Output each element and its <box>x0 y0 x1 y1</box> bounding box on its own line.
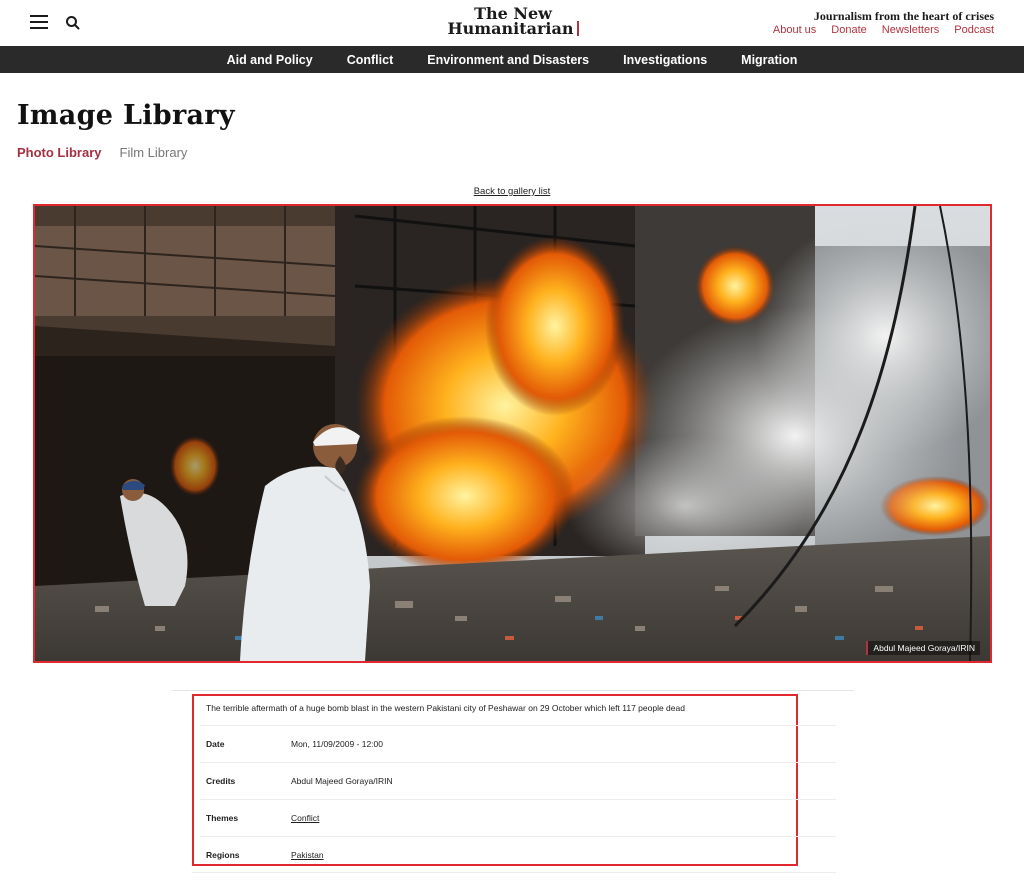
site-logo[interactable]: The New Humanitarian <box>433 6 593 37</box>
back-to-gallery-link[interactable]: Back to gallery list <box>474 186 551 197</box>
header-links: About us Donate Newsletters Podcast <box>773 24 994 36</box>
theme-conflict-link[interactable]: Conflict <box>291 813 319 823</box>
about-us-link[interactable]: About us <box>773 24 816 36</box>
search-icon[interactable] <box>64 14 82 32</box>
nav-item-aid-and-policy[interactable]: Aid and Policy <box>227 53 313 67</box>
nav-item-migration[interactable]: Migration <box>741 53 797 67</box>
podcast-link[interactable]: Podcast <box>954 24 994 36</box>
logo-line-2: Humanitarian <box>433 21 593 37</box>
region-pakistan-link[interactable]: Pakistan <box>291 850 324 860</box>
photo-credit: Abdul Majeed Goraya/IRIN <box>866 641 980 655</box>
bottom-divider <box>192 872 836 873</box>
detail-row-themes: Themes Conflict <box>200 799 836 836</box>
detail-value: Abdul Majeed Goraya/IRIN <box>291 776 393 786</box>
photo-caption: The terrible aftermath of a huge bomb bl… <box>206 703 685 713</box>
donate-link[interactable]: Donate <box>831 24 866 36</box>
detail-value: Mon, 11/09/2009 - 12:00 <box>291 739 383 749</box>
detail-row-regions: Regions Pakistan <box>200 836 836 873</box>
detail-row-credits: Credits Abdul Majeed Goraya/IRIN <box>200 762 836 799</box>
detail-label: Themes <box>206 813 239 823</box>
site-tagline: Journalism from the heart of crises <box>813 9 994 23</box>
nav-item-environment-and-disasters[interactable]: Environment and Disasters <box>427 53 589 67</box>
nav-item-investigations[interactable]: Investigations <box>623 53 707 67</box>
library-tabs: Photo Library Film Library <box>17 145 187 160</box>
detail-label: Credits <box>206 776 236 786</box>
main-nav: Aid and Policy Conflict Environment and … <box>0 46 1024 73</box>
page-title: Image Library <box>17 100 235 131</box>
tab-photo-library[interactable]: Photo Library <box>17 145 102 160</box>
tab-film-library[interactable]: Film Library <box>120 145 188 160</box>
hamburger-icon[interactable] <box>30 15 48 29</box>
nav-item-conflict[interactable]: Conflict <box>347 53 394 67</box>
detail-label: Regions <box>206 850 240 860</box>
divider <box>172 690 854 691</box>
detail-row-date: Date Mon, 11/09/2009 - 12:00 <box>200 725 836 762</box>
detail-label: Date <box>206 739 225 749</box>
top-bar: The New Humanitarian Journalism from the… <box>0 0 1024 46</box>
photo-illustration <box>35 206 990 661</box>
newsletters-link[interactable]: Newsletters <box>882 24 939 36</box>
gallery-photo: Abdul Majeed Goraya/IRIN <box>33 204 992 663</box>
back-link-container: Back to gallery list <box>0 186 1024 197</box>
